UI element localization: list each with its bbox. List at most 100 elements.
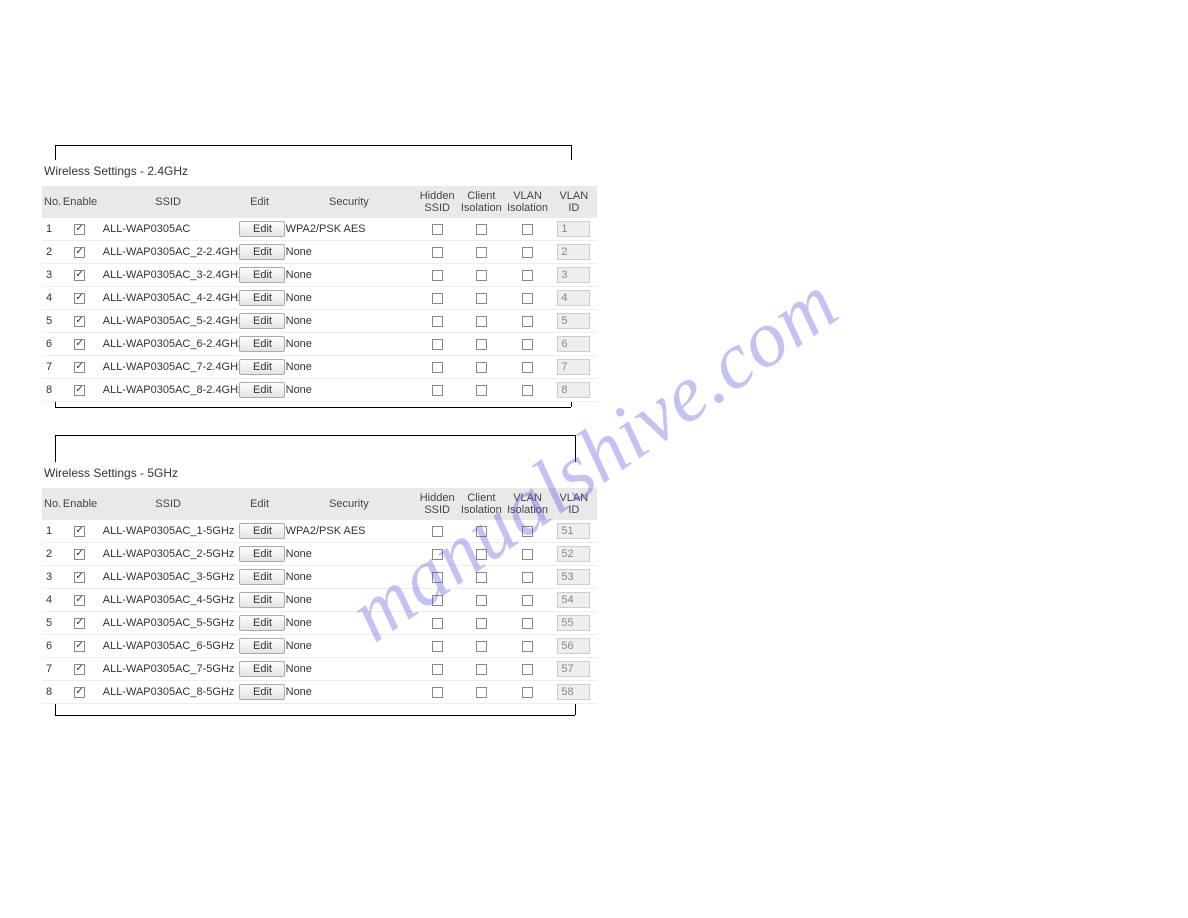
client-isolation-checkbox[interactable] [476, 270, 487, 281]
vlan-isolation-checkbox[interactable] [522, 339, 533, 350]
vlan-isolation-checkbox[interactable] [522, 270, 533, 281]
cell-client-isolation [458, 543, 504, 566]
vlan-isolation-checkbox[interactable] [522, 618, 533, 629]
vlan-id-input[interactable]: 58 [557, 684, 590, 700]
client-isolation-checkbox[interactable] [476, 664, 487, 675]
vlan-id-input[interactable]: 6 [557, 336, 590, 352]
client-isolation-checkbox[interactable] [476, 362, 487, 373]
vlan-isolation-checkbox[interactable] [522, 687, 533, 698]
enable-checkbox[interactable] [74, 339, 85, 350]
edit-button[interactable]: Edit [239, 661, 285, 677]
enable-checkbox[interactable] [74, 687, 85, 698]
vlan-id-input[interactable]: 7 [557, 359, 590, 375]
vlan-id-input[interactable]: 54 [557, 592, 590, 608]
edit-button[interactable]: Edit [239, 336, 285, 352]
client-isolation-checkbox[interactable] [476, 293, 487, 304]
enable-checkbox[interactable] [74, 316, 85, 327]
cell-edit: Edit [237, 379, 281, 402]
edit-button[interactable]: Edit [239, 382, 285, 398]
vlan-isolation-checkbox[interactable] [522, 385, 533, 396]
edit-button[interactable]: Edit [239, 313, 285, 329]
enable-checkbox[interactable] [74, 526, 85, 537]
hidden-ssid-checkbox[interactable] [432, 270, 443, 281]
hidden-ssid-checkbox[interactable] [432, 526, 443, 537]
enable-checkbox[interactable] [74, 247, 85, 258]
cell-vlan-id: 54 [551, 589, 597, 612]
vlan-id-input[interactable]: 53 [557, 569, 590, 585]
vlan-isolation-checkbox[interactable] [522, 549, 533, 560]
edit-button[interactable]: Edit [239, 290, 285, 306]
hidden-ssid-checkbox[interactable] [432, 293, 443, 304]
vlan-id-input[interactable]: 52 [557, 546, 590, 562]
vlan-id-input[interactable]: 55 [557, 615, 590, 631]
enable-checkbox[interactable] [74, 618, 85, 629]
enable-checkbox[interactable] [74, 362, 85, 373]
enable-checkbox[interactable] [74, 270, 85, 281]
vlan-id-input[interactable]: 5 [557, 313, 590, 329]
enable-checkbox[interactable] [74, 224, 85, 235]
client-isolation-checkbox[interactable] [476, 385, 487, 396]
hidden-ssid-checkbox[interactable] [432, 316, 443, 327]
edit-button[interactable]: Edit [239, 523, 285, 539]
vlan-id-input[interactable]: 4 [557, 290, 590, 306]
vlan-isolation-checkbox[interactable] [522, 293, 533, 304]
enable-checkbox[interactable] [74, 572, 85, 583]
cell-vlan-isolation [504, 612, 550, 635]
hidden-ssid-checkbox[interactable] [432, 549, 443, 560]
edit-button[interactable]: Edit [239, 221, 285, 237]
client-isolation-checkbox[interactable] [476, 687, 487, 698]
edit-button[interactable]: Edit [239, 592, 285, 608]
hidden-ssid-checkbox[interactable] [432, 664, 443, 675]
vlan-id-input[interactable]: 8 [557, 382, 590, 398]
edit-button[interactable]: Edit [239, 684, 285, 700]
client-isolation-checkbox[interactable] [476, 595, 487, 606]
vlan-isolation-checkbox[interactable] [522, 362, 533, 373]
hidden-ssid-checkbox[interactable] [432, 224, 443, 235]
client-isolation-checkbox[interactable] [476, 247, 487, 258]
vlan-isolation-checkbox[interactable] [522, 641, 533, 652]
edit-button[interactable]: Edit [239, 359, 285, 375]
client-isolation-checkbox[interactable] [476, 641, 487, 652]
hidden-ssid-checkbox[interactable] [432, 247, 443, 258]
vlan-id-input[interactable]: 2 [557, 244, 590, 260]
vlan-id-input[interactable]: 3 [557, 267, 590, 283]
client-isolation-checkbox[interactable] [476, 316, 487, 327]
hidden-ssid-checkbox[interactable] [432, 362, 443, 373]
hidden-ssid-checkbox[interactable] [432, 687, 443, 698]
client-isolation-checkbox[interactable] [476, 549, 487, 560]
hidden-ssid-checkbox[interactable] [432, 385, 443, 396]
vlan-isolation-checkbox[interactable] [522, 572, 533, 583]
client-isolation-checkbox[interactable] [476, 339, 487, 350]
hidden-ssid-checkbox[interactable] [432, 641, 443, 652]
vlan-isolation-checkbox[interactable] [522, 224, 533, 235]
vlan-id-input[interactable]: 51 [557, 523, 590, 539]
edit-button[interactable]: Edit [239, 267, 285, 283]
enable-checkbox[interactable] [74, 641, 85, 652]
vlan-isolation-checkbox[interactable] [522, 664, 533, 675]
client-isolation-checkbox[interactable] [476, 618, 487, 629]
hidden-ssid-checkbox[interactable] [432, 618, 443, 629]
vlan-isolation-checkbox[interactable] [522, 595, 533, 606]
enable-checkbox[interactable] [74, 385, 85, 396]
edit-button[interactable]: Edit [239, 546, 285, 562]
enable-checkbox[interactable] [74, 595, 85, 606]
client-isolation-checkbox[interactable] [476, 224, 487, 235]
enable-checkbox[interactable] [74, 549, 85, 560]
hidden-ssid-checkbox[interactable] [432, 572, 443, 583]
vlan-isolation-checkbox[interactable] [522, 247, 533, 258]
edit-button[interactable]: Edit [239, 569, 285, 585]
edit-button[interactable]: Edit [239, 244, 285, 260]
enable-checkbox[interactable] [74, 664, 85, 675]
vlan-isolation-checkbox[interactable] [522, 526, 533, 537]
enable-checkbox[interactable] [74, 293, 85, 304]
vlan-id-input[interactable]: 56 [557, 638, 590, 654]
edit-button[interactable]: Edit [239, 638, 285, 654]
client-isolation-checkbox[interactable] [476, 526, 487, 537]
vlan-id-input[interactable]: 57 [557, 661, 590, 677]
hidden-ssid-checkbox[interactable] [432, 595, 443, 606]
hidden-ssid-checkbox[interactable] [432, 339, 443, 350]
vlan-isolation-checkbox[interactable] [522, 316, 533, 327]
client-isolation-checkbox[interactable] [476, 572, 487, 583]
vlan-id-input[interactable]: 1 [557, 221, 590, 237]
edit-button[interactable]: Edit [239, 615, 285, 631]
